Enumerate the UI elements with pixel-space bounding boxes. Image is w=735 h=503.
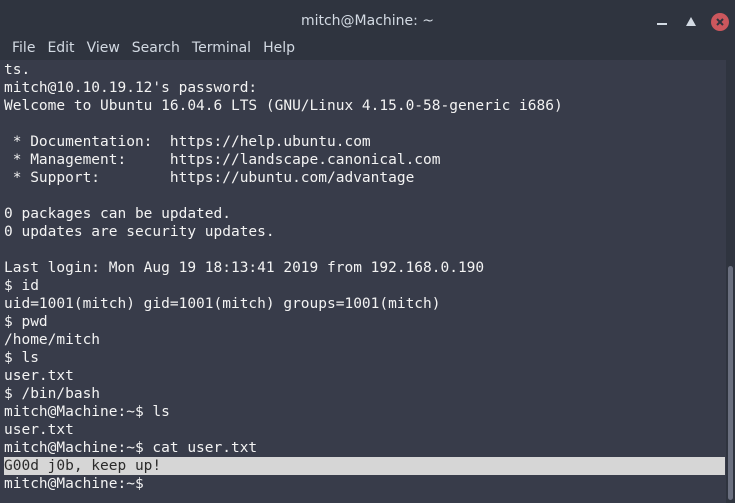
menu-search[interactable]: Search (125, 37, 185, 60)
terminal-line: $ /bin/bash (4, 386, 101, 402)
close-button[interactable] (711, 13, 729, 31)
maximize-icon (686, 17, 696, 26)
terminal-line: Welcome to Ubuntu 16.04.6 LTS (GNU/Linux… (4, 98, 563, 114)
scrollbar-thumb[interactable] (728, 266, 733, 500)
menu-edit[interactable]: Edit (40, 37, 79, 60)
terminal-line: mitch@Machine:~$ cat user.txt (4, 440, 258, 456)
terminal-line: * Documentation: https://help.ubuntu.com (4, 134, 371, 150)
minimize-button[interactable] (654, 14, 670, 30)
terminal-line: /home/mitch (4, 332, 101, 348)
terminal-line: 0 packages can be updated. (4, 206, 231, 222)
terminal-line: uid=1001(mitch) gid=1001(mitch) groups=1… (4, 296, 441, 312)
prompt-line[interactable]: mitch@Machine:~$ (4, 475, 152, 493)
terminal-line: 0 updates are security updates. (4, 224, 275, 240)
menu-view[interactable]: View (80, 37, 125, 60)
minimize-icon (657, 23, 667, 25)
menu-file[interactable]: File (0, 37, 40, 60)
terminal-line: $ id (4, 278, 39, 294)
menu-help[interactable]: Help (256, 37, 300, 60)
window-title: mitch@Machine: ~ (300, 13, 435, 29)
menu-terminal[interactable]: Terminal (185, 37, 256, 60)
terminal-line: $ ls (4, 350, 39, 366)
terminal-line: * Management: https://landscape.canonica… (4, 152, 441, 168)
terminal-line: user.txt (4, 368, 74, 384)
terminal-line: user.txt (4, 422, 74, 438)
scrollbar[interactable] (726, 60, 735, 503)
terminal-line: Last login: Mon Aug 19 18:13:41 2019 fro… (4, 260, 485, 276)
terminal-window: mitch@Machine: ~ File Edit View Search T… (0, 0, 735, 503)
menu-bar: File Edit View Search Terminal Help (0, 37, 735, 60)
title-bar[interactable]: mitch@Machine: ~ (0, 0, 735, 37)
terminal-line: * Support: https://ubuntu.com/advantage (4, 170, 415, 186)
terminal-lines: ts. mitch@10.10.19.12's password: Welcom… (4, 61, 563, 457)
terminal-line: $ pwd (4, 314, 48, 330)
terminal-line: ts. (4, 62, 31, 78)
highlighted-line[interactable]: G00d j0b, keep up! (4, 457, 161, 475)
terminal-line: mitch@10.10.19.12's password: (4, 80, 258, 96)
terminal-line: mitch@Machine:~$ ls (4, 404, 170, 420)
maximize-button[interactable] (683, 14, 699, 30)
close-icon (716, 18, 724, 26)
terminal-output[interactable]: ts. mitch@10.10.19.12's password: Welcom… (0, 60, 726, 503)
